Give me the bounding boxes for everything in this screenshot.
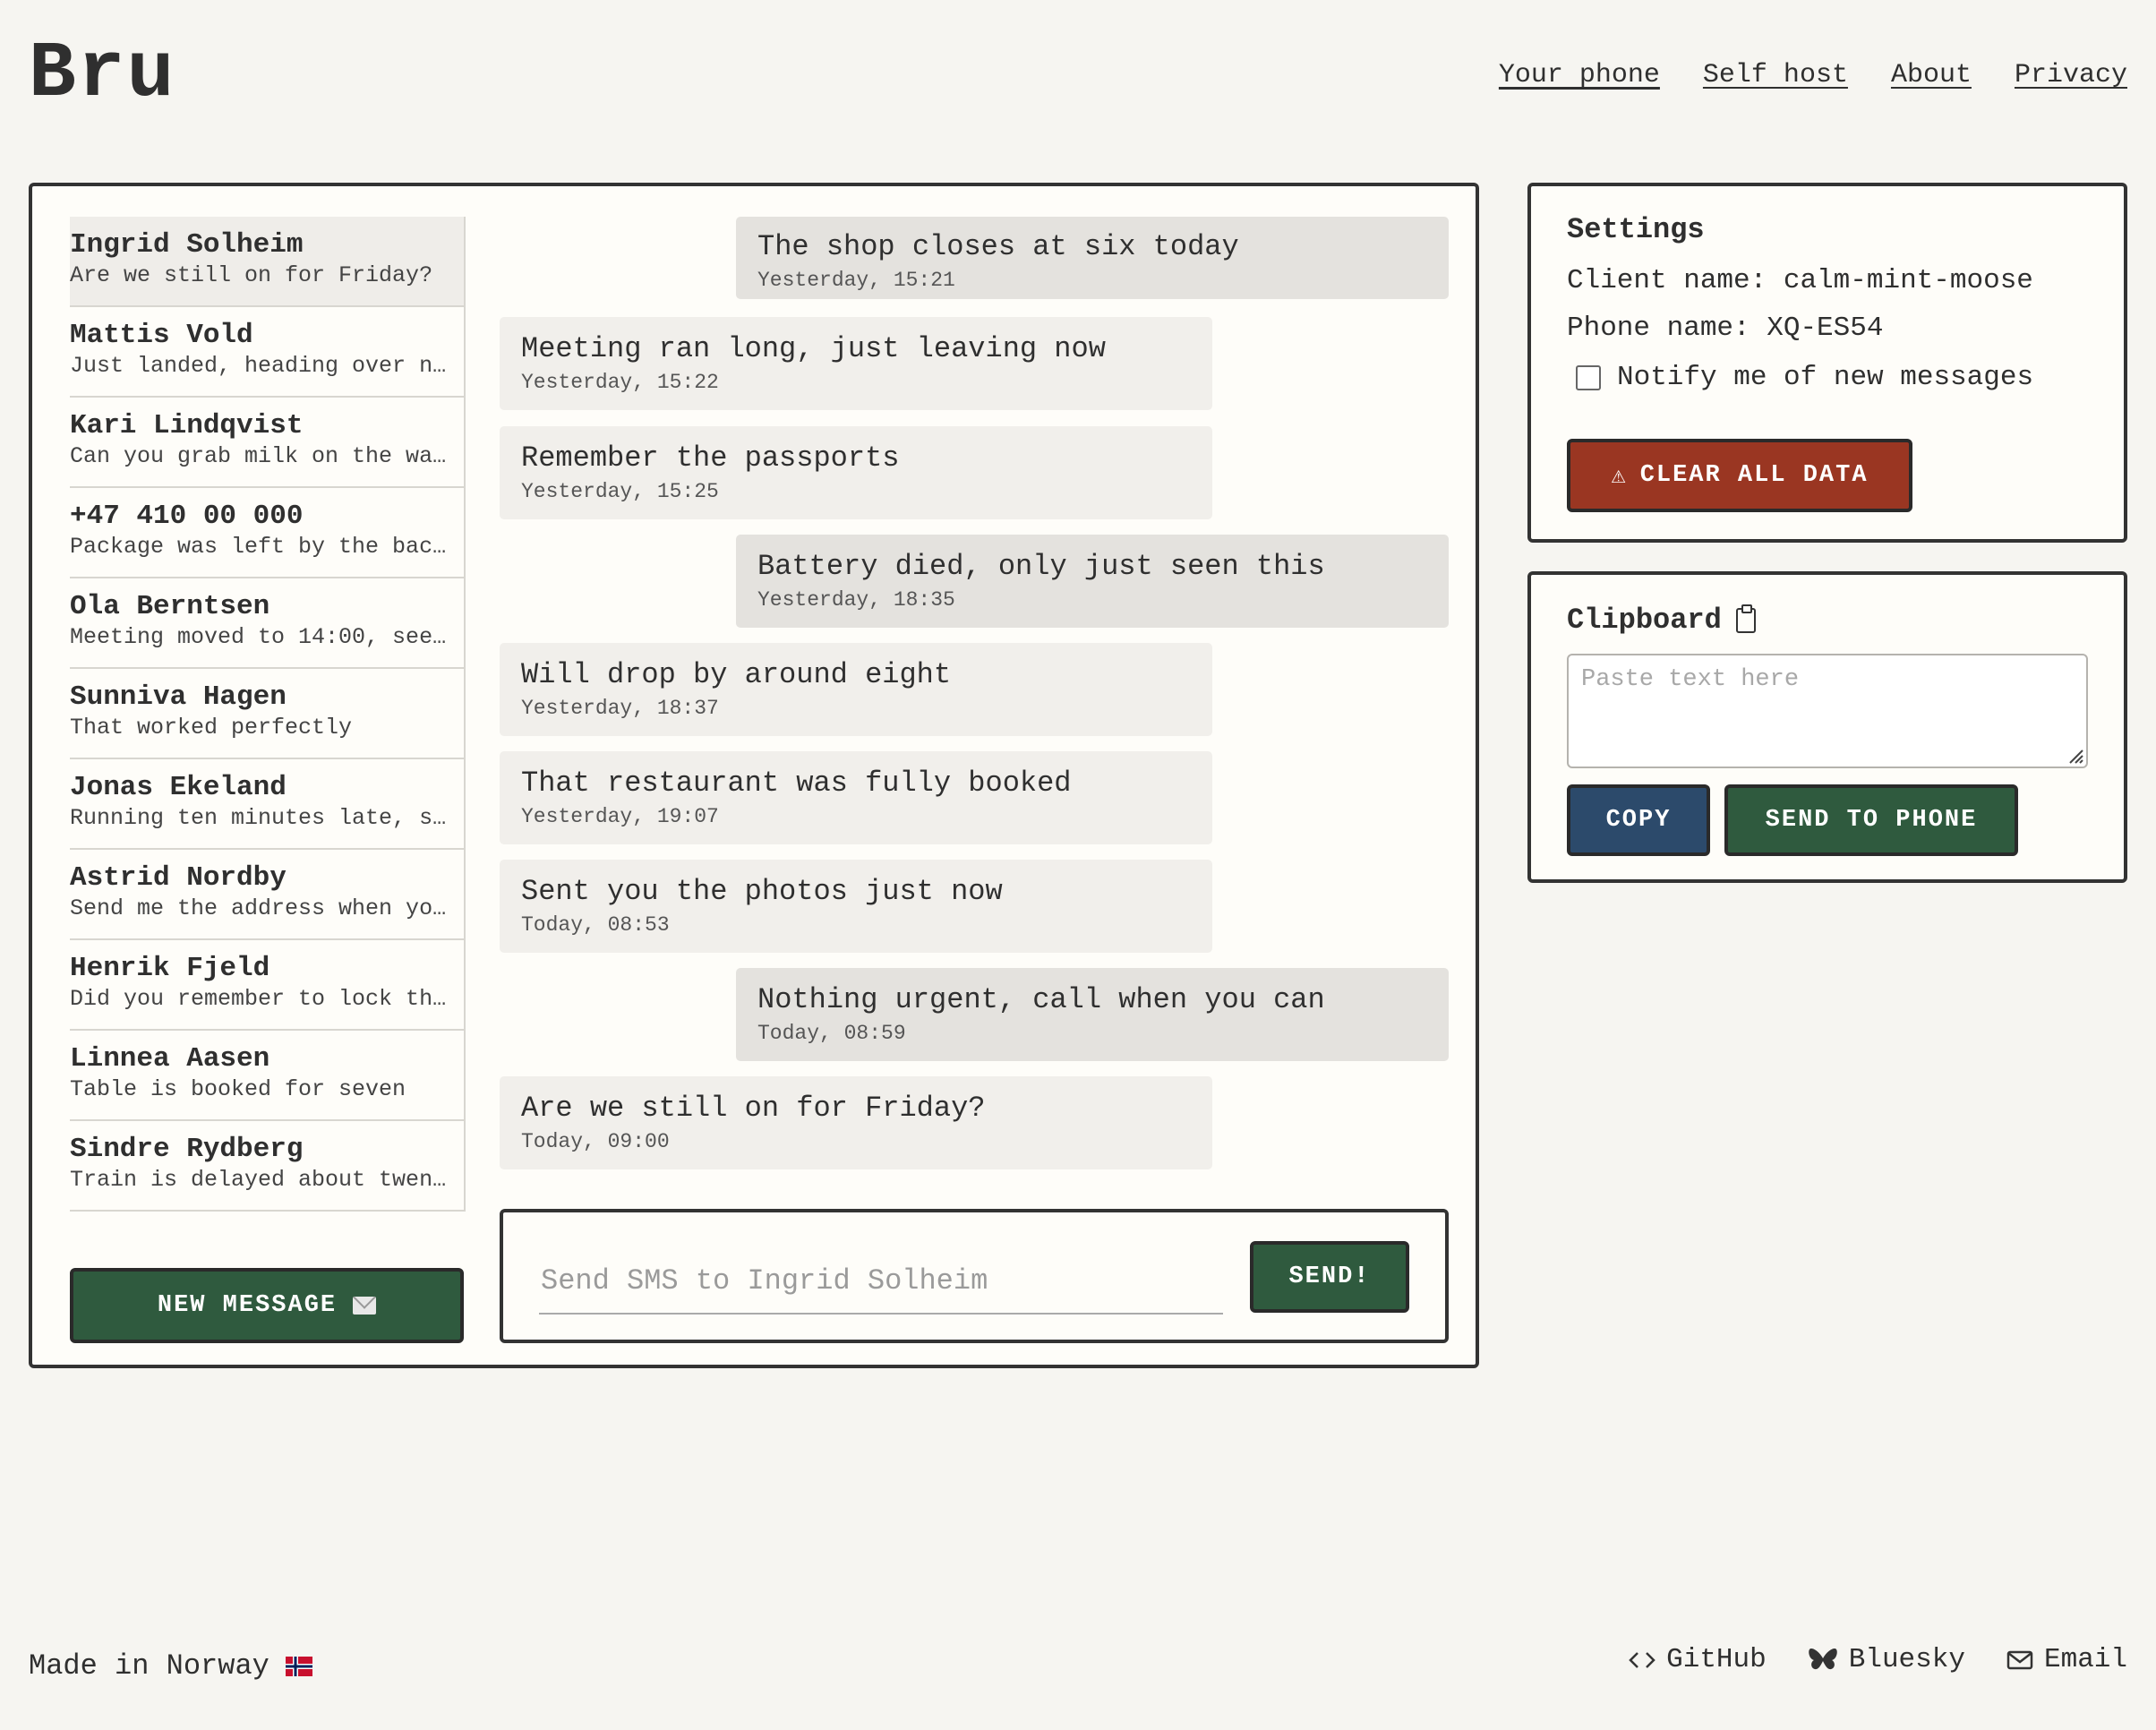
nav-about[interactable]: About (1891, 57, 1972, 93)
mail-icon (2006, 1650, 2033, 1669)
nav-privacy[interactable]: Privacy (2015, 57, 2127, 93)
message-bubble-received: Remember the passports Yesterday, 15:25 (500, 426, 1212, 519)
clipboard-title: Clipboard (1567, 604, 1722, 637)
message-bubble-sent: The shop closes at six today Yesterday, … (736, 217, 1449, 299)
settings-card: Settings Client name: calm-mint-moose Ph… (1527, 183, 2127, 543)
message-text: That restaurant was fully booked (521, 767, 1072, 800)
phone-name-label: Phone name: (1567, 313, 1750, 344)
message-bubble-received: Are we still on for Friday? Today, 09:00 (500, 1076, 1212, 1169)
settings-title: Settings (1567, 213, 1705, 246)
message-bubble-sent: Nothing urgent, call when you can Today,… (736, 968, 1449, 1061)
message-bubble-received: Meeting ran long, just leaving now Yeste… (500, 317, 1212, 410)
message-time: Yesterday, 15:21 (757, 269, 955, 292)
message-time: Today, 08:59 (757, 1022, 906, 1045)
message-text: Nothing urgent, call when you can (757, 983, 1325, 1016)
message-text: The shop closes at six today (757, 230, 1239, 263)
message-text: Sent you the photos just now (521, 875, 1003, 908)
email-link[interactable]: Email (2006, 1644, 2127, 1675)
nav-self-host[interactable]: Self host (1703, 57, 1848, 93)
phone-name-value: XQ-ES54 (1767, 313, 1884, 344)
made-in-text: Made in Norway (29, 1649, 270, 1683)
phone-name-row: Phone name: XQ-ES54 (1567, 311, 1883, 347)
message-time: Today, 09:00 (521, 1130, 670, 1153)
message-time: Yesterday, 15:25 (521, 480, 719, 503)
message-text: Meeting ran long, just leaving now (521, 332, 1106, 365)
message-time: Yesterday, 18:37 (521, 697, 719, 720)
message-thread: The shop closes at six today Yesterday, … (32, 186, 1476, 1365)
message-time: Today, 08:53 (521, 913, 670, 937)
github-label: GitHub (1666, 1644, 1767, 1675)
bluesky-link[interactable]: Bluesky (1808, 1644, 1965, 1675)
message-time: Yesterday, 19:07 (521, 805, 719, 828)
clear-all-data-label: CLEAR ALL DATA (1639, 462, 1869, 489)
clipboard-icon (1735, 604, 1756, 633)
resize-grip-icon[interactable] (2066, 747, 2084, 765)
client-name-row: Client name: calm-mint-moose (1567, 263, 2033, 299)
clipboard-textarea[interactable] (1567, 654, 2088, 768)
footer-made-in: Made in Norway (29, 1649, 312, 1683)
bluesky-label: Bluesky (1848, 1644, 1965, 1675)
top-nav: Your phone Self host About Privacy (1499, 57, 2127, 93)
client-name-value: calm-mint-moose (1783, 265, 2033, 296)
message-text: Battery died, only just seen this (757, 550, 1325, 583)
clear-all-data-button[interactable]: ⚠ CLEAR ALL DATA (1567, 439, 1912, 512)
message-text: Are we still on for Friday? (521, 1092, 986, 1125)
message-text: Remember the passports (521, 441, 900, 475)
github-link[interactable]: GitHub (1629, 1644, 1767, 1675)
message-bubble-received: That restaurant was fully booked Yesterd… (500, 751, 1212, 844)
message-bubble-received: Sent you the photos just now Today, 08:5… (500, 860, 1212, 953)
message-time: Yesterday, 15:22 (521, 371, 719, 394)
send-button[interactable]: SEND! (1250, 1241, 1409, 1313)
notify-checkbox[interactable] (1576, 364, 1601, 390)
clipboard-card: Clipboard COPY SEND TO PHONE (1527, 571, 2127, 883)
message-bubble-sent: Battery died, only just seen this Yester… (736, 535, 1449, 628)
message-text: Will drop by around eight (521, 658, 952, 691)
client-name-label: Client name: (1567, 265, 1767, 296)
notify-row[interactable]: Notify me of new messages (1576, 362, 2033, 393)
nav-your-phone[interactable]: Your phone (1499, 57, 1660, 93)
message-bubble-received: Will drop by around eight Yesterday, 18:… (500, 643, 1212, 736)
notify-label: Notify me of new messages (1617, 362, 2034, 393)
email-label: Email (2043, 1644, 2127, 1675)
sms-input[interactable] (539, 1248, 1223, 1315)
send-to-phone-button[interactable]: SEND TO PHONE (1724, 784, 2018, 856)
code-icon (1629, 1651, 1656, 1668)
messages-panel: Ingrid Solheim Are we still on for Frida… (29, 183, 1479, 1368)
copy-button[interactable]: COPY (1567, 784, 1710, 856)
clipboard-header: Clipboard (1567, 604, 1756, 637)
footer-links: GitHub Bluesky Email (1629, 1644, 2127, 1675)
compose-box: SEND! (500, 1209, 1449, 1343)
butterfly-icon (1808, 1648, 1837, 1669)
app-logo[interactable]: Bru (29, 30, 175, 120)
norway-flag-icon (285, 1656, 312, 1676)
warning-icon: ⚠ (1611, 463, 1628, 491)
message-time: Yesterday, 18:35 (757, 588, 955, 612)
